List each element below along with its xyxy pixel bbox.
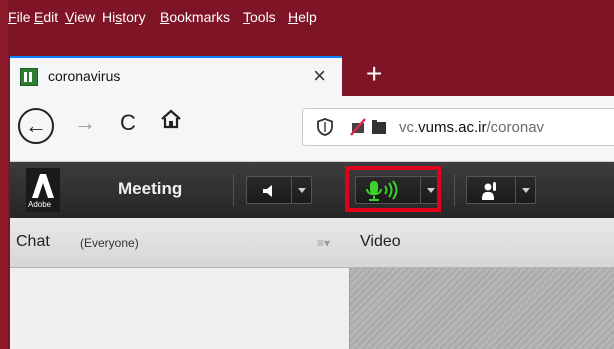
- toolbar-divider: [454, 174, 455, 206]
- blocked-permission-icon[interactable]: [349, 118, 367, 136]
- shield-icon[interactable]: [317, 118, 333, 136]
- navigation-bar: ← → C vc.vums.ac.ir/coronav: [10, 96, 614, 162]
- url-text[interactable]: vc.vums.ac.ir/coronav: [399, 119, 544, 136]
- speaker-icon: [263, 185, 272, 197]
- menu-bookmarks[interactable]: Bookmarks: [160, 9, 230, 25]
- chat-scope-label: (Everyone): [80, 236, 139, 250]
- speaker-dropdown-arrow[interactable]: [291, 177, 311, 203]
- back-button[interactable]: ←: [18, 108, 54, 144]
- home-icon[interactable]: [160, 108, 182, 130]
- status-dropdown-arrow[interactable]: [515, 177, 535, 203]
- chat-pod: Chat (Everyone) ≡▾: [10, 218, 350, 349]
- menu-edit[interactable]: Edit: [34, 9, 58, 25]
- status-button[interactable]: [466, 176, 536, 204]
- video-area: [350, 268, 614, 349]
- site-favicon-icon: [20, 68, 38, 86]
- tab-coronavirus[interactable]: coronavirus ×: [10, 56, 342, 96]
- menu-view[interactable]: View: [65, 9, 95, 25]
- meeting-menu[interactable]: Meeting: [118, 179, 182, 199]
- menu-history[interactable]: History: [102, 9, 146, 25]
- menu-file[interactable]: File: [8, 9, 31, 25]
- microphone-highlight-box: [345, 166, 441, 212]
- chat-title: Chat: [16, 233, 50, 250]
- forward-button[interactable]: →: [74, 110, 96, 136]
- menu-help[interactable]: Help: [288, 9, 317, 25]
- video-pod: Video: [350, 218, 614, 349]
- video-title: Video: [360, 233, 401, 250]
- reload-button[interactable]: C: [120, 110, 136, 136]
- reload-icon: C: [120, 110, 136, 135]
- tab-title: coronavirus: [48, 68, 121, 84]
- meeting-toolbar: Adobe Meeting: [10, 162, 614, 218]
- menu-bar: File Edit View History Bookmarks Tools H…: [8, 0, 614, 36]
- speaker-button[interactable]: [246, 176, 312, 204]
- video-pod-header: Video: [350, 218, 614, 268]
- adobe-brand-label: Adobe: [28, 200, 52, 209]
- chat-pod-header: Chat (Everyone) ≡▾: [10, 218, 350, 268]
- raise-hand-icon: [482, 182, 496, 200]
- arrow-left-icon: ←: [25, 113, 47, 138]
- toolbar-divider: [233, 174, 234, 206]
- page-info-icon[interactable]: [371, 119, 387, 135]
- menu-tools[interactable]: Tools: [243, 9, 276, 25]
- url-bar[interactable]: vc.vums.ac.ir/coronav: [302, 108, 614, 146]
- new-tab-button[interactable]: +: [366, 60, 382, 88]
- close-tab-icon[interactable]: ×: [313, 64, 326, 88]
- pod-options-icon[interactable]: ≡▾: [317, 236, 330, 250]
